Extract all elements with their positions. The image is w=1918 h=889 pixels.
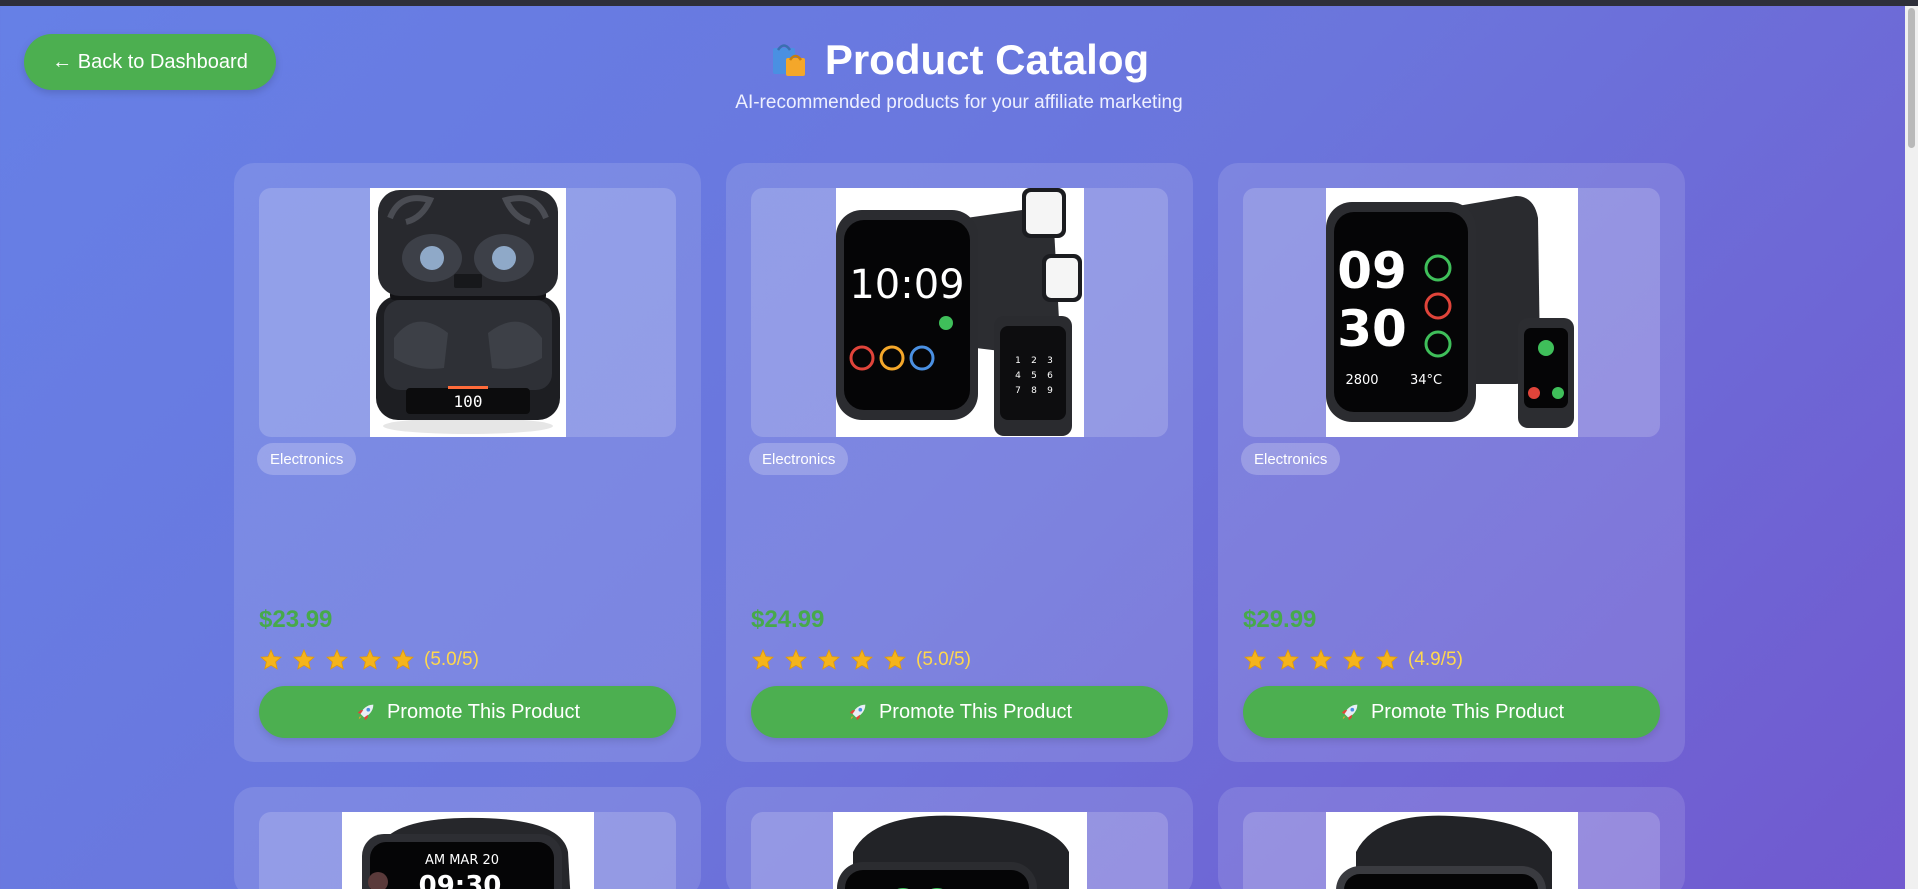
- svg-text:100: 100: [453, 392, 482, 411]
- product-image-frame: 123 456 789 10:09: [751, 188, 1168, 437]
- promote-button-label: Promote This Product: [1370, 700, 1565, 723]
- svg-text:09: 09: [1337, 242, 1407, 300]
- scrollbar[interactable]: [1905, 6, 1918, 889]
- star-icon: [260, 649, 282, 670]
- star-icon: [1343, 649, 1365, 670]
- promote-product-button[interactable]: Promote This Product: [1243, 686, 1660, 738]
- star-icon: [1310, 649, 1332, 670]
- rocket-icon: [357, 704, 374, 721]
- rocket-icon: [1341, 704, 1358, 721]
- rocket-icon: [849, 704, 866, 721]
- product-card: 09 30 2800 34°C Electronics $29.99 (4.9/…: [1218, 163, 1685, 762]
- star-icon: [785, 649, 807, 670]
- svg-text:34°C: 34°C: [1409, 373, 1441, 388]
- category-badge: Electronics: [1241, 443, 1341, 475]
- page-title: Product Catalog: [824, 36, 1150, 83]
- product-image[interactable]: AM MAR 20 09:30: [341, 812, 594, 889]
- svg-text:09:30: 09:30: [418, 871, 501, 889]
- svg-text:2800: 2800: [1345, 373, 1378, 388]
- product-card: 123 456 789 10:09 Electronics $24.99 (5.…: [726, 163, 1193, 762]
- promote-product-button[interactable]: Promote This Product: [259, 686, 676, 738]
- promote-product-button[interactable]: Promote This Product: [751, 686, 1168, 738]
- svg-text:8: 8: [1031, 386, 1037, 396]
- product-card: AM MAR 20 09:30: [234, 787, 701, 889]
- product-price: $23.99: [259, 606, 333, 633]
- rating-value: (5.0/5): [424, 649, 479, 670]
- product-image-frame: AM MAR 20 09:30: [259, 812, 676, 889]
- product-image[interactable]: 09 30 2800 34°C: [1325, 188, 1578, 437]
- rating-value: (4.9/5): [1408, 649, 1463, 670]
- product-image-frame: 09 30 2800 34°C: [1243, 188, 1660, 437]
- svg-text:30: 30: [1337, 300, 1407, 358]
- star-icon: [1244, 649, 1266, 670]
- svg-text:5: 5: [1031, 371, 1037, 381]
- category-badge: Electronics: [257, 443, 357, 475]
- category-badge: Electronics: [749, 443, 849, 475]
- product-image[interactable]: WEDNESDAY: [1325, 812, 1578, 889]
- star-icon: [752, 649, 774, 670]
- product-image[interactable]: 100: [369, 188, 566, 437]
- rating-value: (5.0/5): [916, 649, 971, 670]
- window-top-bar: [0, 0, 1918, 6]
- promote-button-label: Promote This Product: [386, 700, 581, 723]
- scrollbar-thumb[interactable]: [1908, 8, 1915, 148]
- svg-text:2: 2: [1031, 356, 1037, 366]
- product-rating: (4.9/5): [1243, 648, 1463, 672]
- star-icon: [1277, 649, 1299, 670]
- product-rating: (5.0/5): [259, 648, 479, 672]
- product-card: SUN: [726, 787, 1193, 889]
- product-image[interactable]: 123 456 789 10:09: [835, 188, 1084, 437]
- star-icon: [326, 649, 348, 670]
- svg-text:9: 9: [1047, 386, 1053, 396]
- product-image-frame: WEDNESDAY: [1243, 812, 1660, 889]
- product-card: WEDNESDAY: [1218, 787, 1685, 889]
- page-header: Product Catalog AI-recommended products …: [0, 36, 1918, 114]
- svg-text:AM MAR 20: AM MAR 20: [424, 853, 498, 868]
- promote-button-label: Promote This Product: [878, 700, 1073, 723]
- product-image-frame: SUN: [751, 812, 1168, 889]
- star-icon: [884, 649, 906, 670]
- svg-text:6: 6: [1047, 371, 1053, 381]
- star-icon: [293, 649, 315, 670]
- svg-text:4: 4: [1015, 371, 1021, 381]
- product-rating: (5.0/5): [751, 648, 971, 672]
- star-icon: [851, 649, 873, 670]
- product-card: 100 Electronics $23.99 (5.0/5) Promote T…: [234, 163, 701, 762]
- svg-text:10:09: 10:09: [849, 262, 964, 308]
- svg-text:1: 1: [1015, 356, 1021, 366]
- page-subtitle: AI-recommended products for your affilia…: [735, 92, 1183, 113]
- shopping-bags-icon: [769, 40, 809, 80]
- svg-text:7: 7: [1015, 386, 1021, 396]
- svg-text:3: 3: [1047, 356, 1053, 366]
- product-image[interactable]: SUN: [832, 812, 1087, 889]
- product-price: $29.99: [1243, 606, 1317, 633]
- star-icon: [392, 649, 414, 670]
- star-icon: [818, 649, 840, 670]
- star-icon: [359, 649, 381, 670]
- star-icon: [1376, 649, 1398, 670]
- product-image-frame: 100: [259, 188, 676, 437]
- product-price: $24.99: [751, 606, 825, 633]
